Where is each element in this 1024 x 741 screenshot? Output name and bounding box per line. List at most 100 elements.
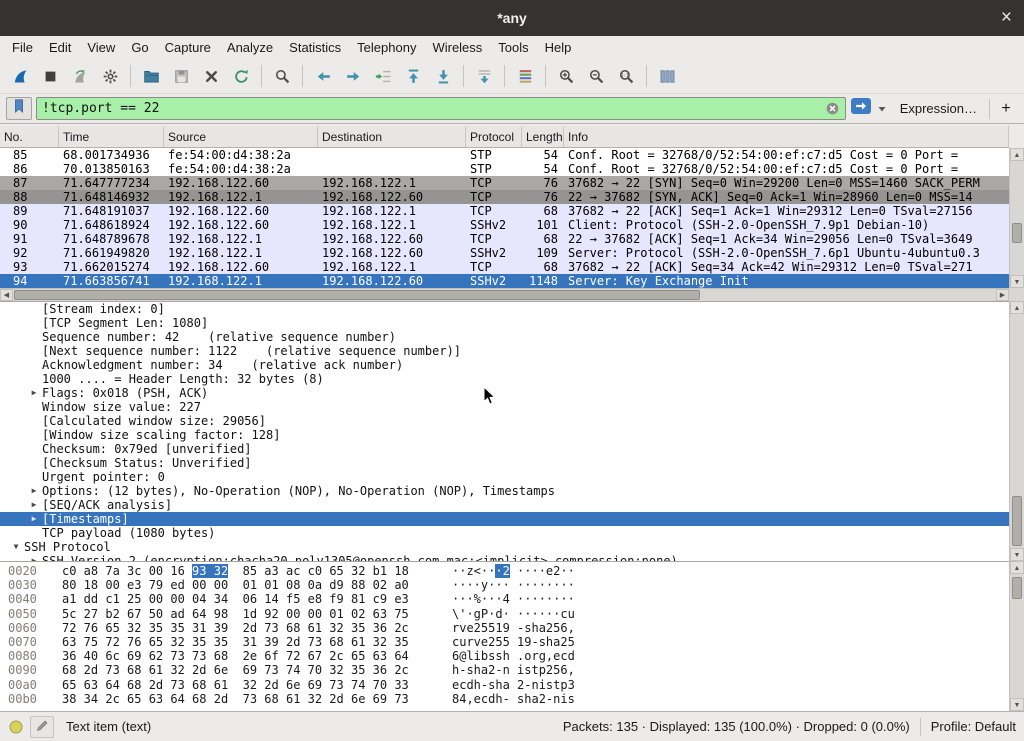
hex-row-00b0[interactable]: 00b038 34 2c 65 63 64 68 2d 73 68 61 32 … (0, 692, 1009, 706)
column-header-protocol[interactable]: Protocol (466, 126, 522, 147)
detail-vscroll-thumb[interactable] (1012, 496, 1022, 546)
packet-row-85[interactable]: 8568.001734936fe:54:00:d4:38:2aSTP54Conf… (0, 148, 1009, 162)
scroll-down-icon[interactable]: ▼ (1010, 275, 1024, 288)
detail-line[interactable]: Checksum: 0x79ed [unverified] (0, 442, 1009, 456)
capture-options-button[interactable] (95, 62, 125, 90)
detail-line[interactable]: Sequence number: 42 (relative sequence n… (0, 330, 1009, 344)
expand-down-icon[interactable]: ▼ (8, 540, 24, 554)
detail-line[interactable]: ▼SSH Protocol (0, 540, 1009, 554)
expression-button[interactable]: Expression… (892, 101, 985, 116)
column-header-info[interactable]: Info (564, 126, 1009, 147)
detail-line[interactable]: Urgent pointer: 0 (0, 470, 1009, 484)
detail-line[interactable]: [Stream index: 0] (0, 302, 1009, 316)
packet-row-86[interactable]: 8670.013850163fe:54:00:d4:38:2aSTP54Conf… (0, 162, 1009, 176)
filter-apply-button[interactable] (850, 96, 872, 121)
detail-line[interactable]: ▶Flags: 0x018 (PSH, ACK) (0, 386, 1009, 400)
column-header-destination[interactable]: Destination (318, 126, 466, 147)
hex-row-0040[interactable]: 0040a1 dd c1 25 00 00 04 34 06 14 f5 e8 … (0, 592, 1009, 606)
go-back-button[interactable] (308, 62, 338, 90)
hex-row-0030[interactable]: 003080 18 00 e3 79 ed 00 00 01 01 08 0a … (0, 578, 1009, 592)
hex-row-0050[interactable]: 00505c 27 b2 67 50 ad 64 98 1d 92 00 00 … (0, 607, 1009, 621)
start-capture-button[interactable] (5, 62, 35, 90)
detail-line[interactable]: [TCP Segment Len: 1080] (0, 316, 1009, 330)
menu-help[interactable]: Help (537, 38, 580, 57)
detail-vscrollbar[interactable]: ▲ ▼ (1009, 301, 1024, 561)
expand-right-icon[interactable]: ▶ (26, 554, 42, 561)
menu-file[interactable]: File (4, 38, 41, 57)
detail-line[interactable]: ▶[Timestamps] (0, 512, 1009, 526)
status-profile[interactable]: Profile: Default (931, 719, 1016, 734)
open-file-button[interactable] (136, 62, 166, 90)
zoom-out-button[interactable] (581, 62, 611, 90)
window-close-button[interactable]: × (1001, 0, 1012, 36)
menu-analyze[interactable]: Analyze (219, 38, 281, 57)
menu-go[interactable]: Go (123, 38, 156, 57)
packet-row-91[interactable]: 9171.648789678192.168.122.1192.168.122.6… (0, 232, 1009, 246)
scroll-down-icon[interactable]: ▼ (1010, 548, 1024, 561)
packet-row-94[interactable]: 9471.663856741192.168.122.1192.168.122.6… (0, 274, 1009, 288)
detail-line[interactable]: [Next sequence number: 1122 (relative se… (0, 344, 1009, 358)
detail-line[interactable]: ▶[SEQ/ACK analysis] (0, 498, 1009, 512)
packet-row-90[interactable]: 9071.648618924192.168.122.60192.168.122.… (0, 218, 1009, 232)
column-header-no[interactable]: No. (0, 126, 59, 147)
packet-row-92[interactable]: 9271.661949820192.168.122.1192.168.122.6… (0, 246, 1009, 260)
go-to-packet-button[interactable] (368, 62, 398, 90)
packet-list-vscrollbar[interactable]: ▲ ▼ (1009, 148, 1024, 288)
menu-capture[interactable]: Capture (157, 38, 219, 57)
detail-line[interactable]: ▶Options: (12 bytes), No-Operation (NOP)… (0, 484, 1009, 498)
filter-dropdown-icon[interactable] (876, 103, 888, 115)
detail-line[interactable]: [Calculated window size: 29056] (0, 414, 1009, 428)
hex-row-0020[interactable]: 0020c0 a8 7a 3c 00 16 93 32 85 a3 ac c0 … (0, 564, 1009, 578)
display-filter-input[interactable]: !tcp.port == 22 (36, 97, 846, 120)
go-last-button[interactable] (428, 62, 458, 90)
menu-telephony[interactable]: Telephony (349, 38, 424, 57)
colorize-button[interactable] (510, 62, 540, 90)
packet-row-87[interactable]: 8771.647777234192.168.122.60192.168.122.… (0, 176, 1009, 190)
scroll-down-icon[interactable]: ▼ (1010, 698, 1024, 711)
column-header-source[interactable]: Source (164, 126, 318, 147)
packet-list-hscrollbar[interactable]: ◀ ▶ (0, 288, 1009, 301)
filter-add-button[interactable]: + (994, 100, 1018, 118)
filter-clear-icon[interactable] (825, 101, 840, 116)
expand-right-icon[interactable]: ▶ (26, 512, 42, 526)
detail-line[interactable]: [Checksum Status: Unverified] (0, 456, 1009, 470)
packet-row-93[interactable]: 9371.662015274192.168.122.60192.168.122.… (0, 260, 1009, 274)
resize-columns-button[interactable] (652, 62, 682, 90)
go-first-button[interactable] (398, 62, 428, 90)
detail-line[interactable]: Acknowledgment number: 34 (relative ack … (0, 358, 1009, 372)
scroll-up-icon[interactable]: ▲ (1010, 561, 1024, 574)
detail-line[interactable]: [Window size scaling factor: 128] (0, 428, 1009, 442)
expand-right-icon[interactable]: ▶ (26, 386, 42, 400)
packet-list-vscroll-thumb[interactable] (1012, 223, 1022, 243)
column-header-length[interactable]: Length (522, 126, 564, 147)
reload-button[interactable] (226, 62, 256, 90)
hex-row-0090[interactable]: 009068 2d 73 68 61 32 2d 6e 69 73 74 70 … (0, 663, 1009, 677)
column-header-time[interactable]: Time (59, 126, 164, 147)
detail-line[interactable]: TCP payload (1080 bytes) (0, 526, 1009, 540)
packet-row-89[interactable]: 8971.648191037192.168.122.60192.168.122.… (0, 204, 1009, 218)
filter-bookmark-button[interactable] (6, 97, 32, 120)
bytes-vscrollbar[interactable]: ▲ ▼ (1009, 561, 1024, 711)
detail-line[interactable]: 1000 .... = Header Length: 32 bytes (8) (0, 372, 1009, 386)
scroll-right-icon[interactable]: ▶ (996, 289, 1009, 301)
find-packet-button[interactable] (267, 62, 297, 90)
detail-line[interactable]: ▶SSH Version 2 (encryption:chacha20-poly… (0, 554, 1009, 561)
bytes-vscroll-thumb[interactable] (1012, 577, 1022, 599)
packet-row-88[interactable]: 8871.648146932192.168.122.1192.168.122.6… (0, 190, 1009, 204)
go-forward-button[interactable] (338, 62, 368, 90)
menu-wireless[interactable]: Wireless (424, 38, 490, 57)
zoom-reset-button[interactable]: 1:1 (611, 62, 641, 90)
restart-capture-button[interactable] (65, 62, 95, 90)
scroll-up-icon[interactable]: ▲ (1010, 148, 1024, 161)
menu-tools[interactable]: Tools (490, 38, 536, 57)
save-file-button[interactable] (166, 62, 196, 90)
packet-list-hscroll-thumb[interactable] (14, 290, 700, 300)
scroll-left-icon[interactable]: ◀ (0, 289, 13, 301)
menu-statistics[interactable]: Statistics (281, 38, 349, 57)
expand-right-icon[interactable]: ▶ (26, 484, 42, 498)
close-file-button[interactable] (196, 62, 226, 90)
auto-scroll-button[interactable] (469, 62, 499, 90)
hex-row-00a0[interactable]: 00a065 63 64 68 2d 73 68 61 32 2d 6e 69 … (0, 678, 1009, 692)
hex-row-0070[interactable]: 007063 75 72 76 65 32 35 35 31 39 2d 73 … (0, 635, 1009, 649)
capture-comment-button[interactable] (30, 716, 54, 738)
